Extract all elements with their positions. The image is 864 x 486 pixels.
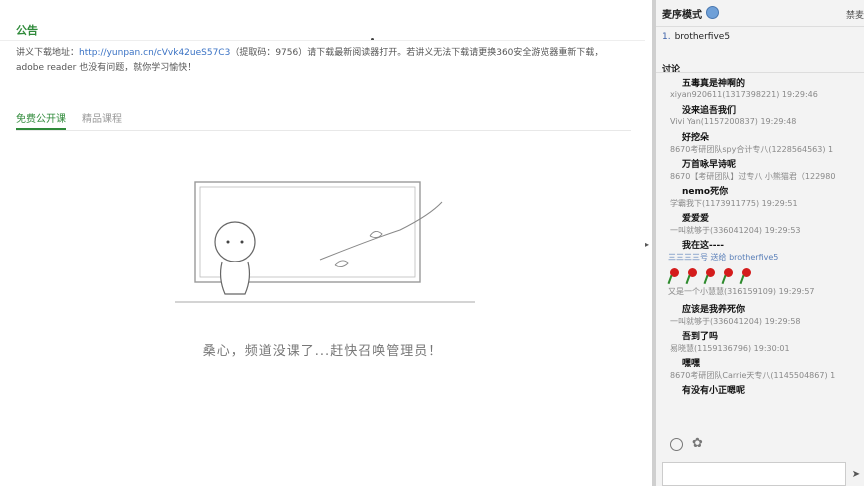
download-link[interactable]: http://yunpan.cn/cVvk42ueS57C3 <box>79 48 230 58</box>
chat-text: 爱爱爱 <box>682 214 710 224</box>
collapse-arrow-icon[interactable]: ▸ <box>645 240 649 249</box>
rose-icon <box>738 268 752 285</box>
rose-icon <box>720 268 734 285</box>
main-panel: 公告 讲义下载地址：http://yunpan.cn/cVvk42ueS57C3… <box>0 0 645 486</box>
chat-meta: Vivi Yan(1157200837) 19:29:48 <box>670 117 797 126</box>
empty-illustration <box>175 181 475 303</box>
rose-icon <box>666 268 680 285</box>
chat-text: nemo死你 <box>682 187 729 197</box>
ban-mic-button[interactable]: 禁麦 <box>846 8 864 21</box>
chat-text: 好挖朵 <box>682 133 710 143</box>
discussion-divider <box>656 72 864 73</box>
flower-icon[interactable]: ✿ <box>692 436 703 451</box>
notice-title: 公告 <box>16 24 38 37</box>
mic-divider <box>656 26 864 27</box>
chat-text: 没来追吾我们 <box>682 106 737 116</box>
chat-text: 我在这---- <box>682 241 724 251</box>
mic-queue-item[interactable]: 1. brotherfive5 <box>662 32 730 42</box>
chat-message: 五毒真是神啊的 xiyan920611(1317398221) 19:29:46 <box>656 74 864 101</box>
notice-divider <box>0 40 645 41</box>
chat-message: 应该是我养死你 一叫就够于(336041204) 19:29:58 <box>656 300 864 327</box>
gift-notice: 三三三三号 送给 brotherfive5 <box>668 253 779 262</box>
chat-message: 爱爱爱 一叫就够于(336041204) 19:29:53 <box>656 209 864 236</box>
mic-queue-number: 1. <box>662 32 671 42</box>
chat-meta: 学霸我下(1173911775) 19:29:51 <box>670 199 798 208</box>
chat-meta-line: 又是一个小慧慧(316159109) 19:29:57 <box>668 287 815 296</box>
notice-text: 讲义下载地址：http://yunpan.cn/cVvk42ueS57C3（提取… <box>16 46 626 76</box>
chat-toolbar: ✿ <box>656 434 864 458</box>
chat-message: 有没有小正嗯呢 <box>656 381 864 408</box>
mic-icon <box>706 6 719 19</box>
chat-message: nemo死你 学霸我下(1173911775) 19:29:51 <box>656 182 864 209</box>
chat-text: 万首咏早诗呢 <box>682 160 737 170</box>
chat-message: 吾到了吗 易晓慧(1159136796) 19:30:01 <box>656 327 864 354</box>
mic-queue-name: brotherfive5 <box>674 32 731 42</box>
chat-meta: 8670考研团队Carrie天专八(1145504867) 1 <box>670 371 836 380</box>
chat-meta: 8670考研团队spy合计专八(1228564563) 1 <box>670 145 834 154</box>
chat-input[interactable] <box>662 462 846 486</box>
chat-message: 万首咏早诗呢 8670【考研团队】过专八 小熊猫君（122980 <box>656 155 864 182</box>
chat-meta: 一叫就够于(336041204) 19:29:53 <box>670 226 801 235</box>
tab-premium-course[interactable]: 精品课程 <box>82 110 122 130</box>
chat-message: 没来追吾我们 Vivi Yan(1157200837) 19:29:48 <box>656 101 864 128</box>
chat-text: 应该是我养死你 <box>682 305 746 315</box>
tab-underline <box>16 130 631 131</box>
side-panel: 麦序模式 禁麦 1. brotherfive5 讨论 五毒真是神啊的 xiyan… <box>656 0 864 486</box>
course-tabs: 免费公开课 精品课程 <box>16 110 122 130</box>
chat-text: 吾到了吗 <box>682 332 719 342</box>
chat-meta: 8670【考研团队】过专八 小熊猫君（122980 <box>670 172 836 181</box>
chat-meta: xiyan920611(1317398221) 19:29:46 <box>670 90 818 99</box>
chat-list[interactable]: 五毒真是神啊的 xiyan920611(1317398221) 19:29:46… <box>656 74 864 428</box>
emoji-icon[interactable] <box>670 438 683 451</box>
chat-message: 好挖朵 8670考研团队spy合计专八(1228564563) 1 <box>656 128 864 155</box>
rose-icon <box>702 268 716 285</box>
rose-icon <box>684 268 698 285</box>
empty-message: 桑心，频道没课了...赶快召唤管理员！ <box>202 344 443 359</box>
chat-text: 五毒真是神啊的 <box>682 79 746 89</box>
chat-text: 嘿嘿 <box>682 359 701 369</box>
chat-meta: 易晓慧(1159136796) 19:30:01 <box>670 344 790 353</box>
chat-text: 有没有小正嗯呢 <box>682 386 746 396</box>
chat-message: 我在这---- <box>656 236 864 252</box>
app-root: 公告 讲义下载地址：http://yunpan.cn/cVvk42ueS57C3… <box>0 0 864 486</box>
mic-mode-label[interactable]: 麦序模式 <box>662 6 702 21</box>
chat-meta: 一叫就够于(336041204) 19:29:58 <box>670 317 801 326</box>
notice-prefix: 讲义下载地址： <box>16 48 80 58</box>
chat-message: 嘿嘿 8670考研团队Carrie天专八(1145504867) 1 <box>656 354 864 381</box>
rose-gifts <box>656 266 864 286</box>
send-icon[interactable]: ➤ <box>848 462 864 486</box>
tab-free-course[interactable]: 免费公开课 <box>16 110 66 130</box>
